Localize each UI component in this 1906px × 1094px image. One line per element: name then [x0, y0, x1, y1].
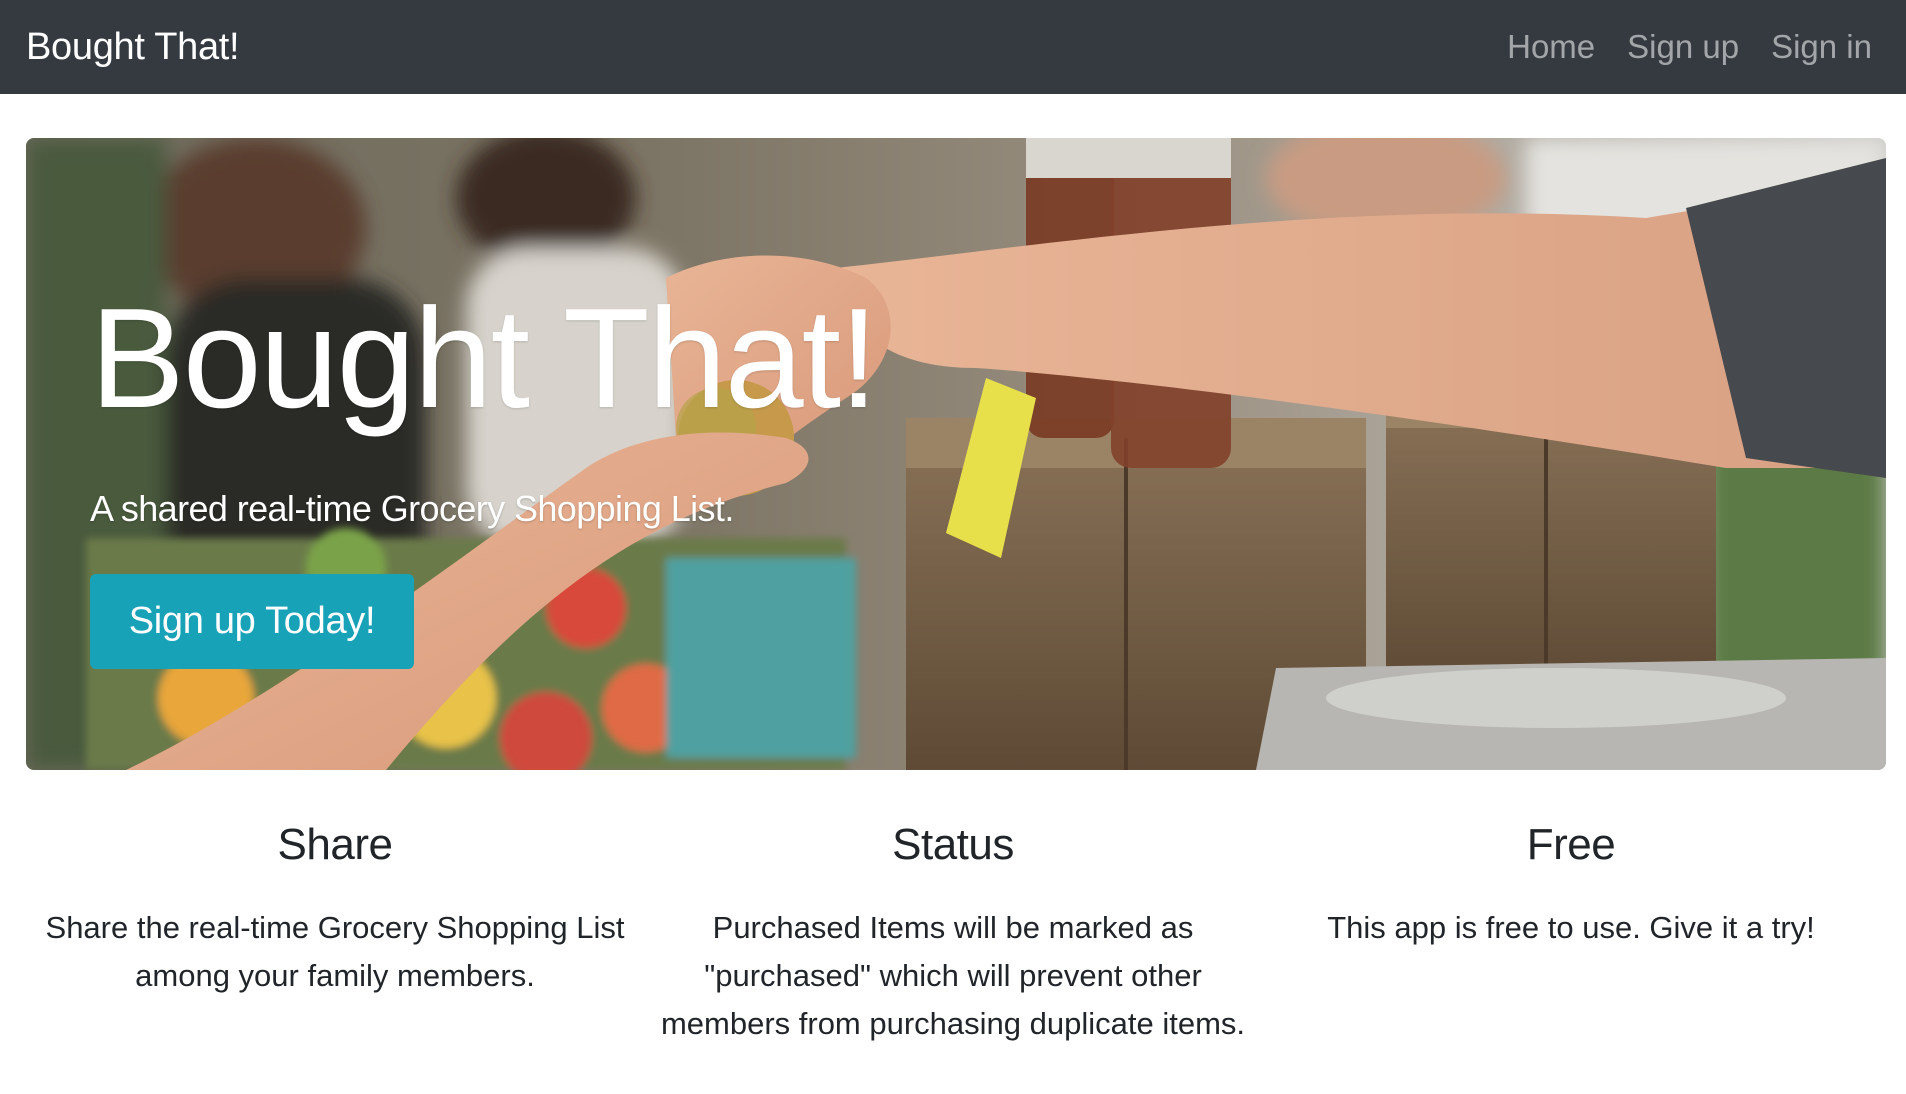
nav-link-home[interactable]: Home: [1507, 28, 1595, 66]
feature-status: Status Purchased Items will be marked as…: [644, 800, 1262, 1048]
hero-subtitle: A shared real-time Grocery Shopping List…: [90, 488, 734, 529]
features-row: Share Share the real-time Grocery Shoppi…: [0, 800, 1906, 1048]
feature-text: Share the real-time Grocery Shopping Lis…: [45, 910, 625, 993]
hero-content: Bought That! A shared real-time Grocery …: [90, 279, 879, 669]
top-navbar: Bought That! Home Sign up Sign in: [0, 0, 1906, 94]
nav-links: Home Sign up Sign in: [1507, 28, 1872, 66]
sign-up-today-button[interactable]: Sign up Today!: [90, 574, 414, 669]
feature-share: Share Share the real-time Grocery Shoppi…: [26, 800, 644, 1048]
feature-text: Purchased Items will be marked as "purch…: [660, 910, 1246, 1041]
feature-title: Status: [892, 820, 1014, 869]
nav-link-sign-up[interactable]: Sign up: [1627, 28, 1739, 66]
hero-jumbotron: Bought That! A shared real-time Grocery …: [26, 138, 1886, 770]
feature-text: This app is free to use. Give it a try!: [1327, 910, 1815, 945]
nav-link-sign-in[interactable]: Sign in: [1771, 28, 1872, 66]
feature-title: Share: [277, 820, 393, 869]
feature-title: Free: [1526, 820, 1616, 869]
brand-link[interactable]: Bought That!: [26, 26, 240, 69]
feature-free: Free This app is free to use. Give it a …: [1262, 800, 1880, 1048]
hero-title: Bought That!: [90, 279, 879, 438]
